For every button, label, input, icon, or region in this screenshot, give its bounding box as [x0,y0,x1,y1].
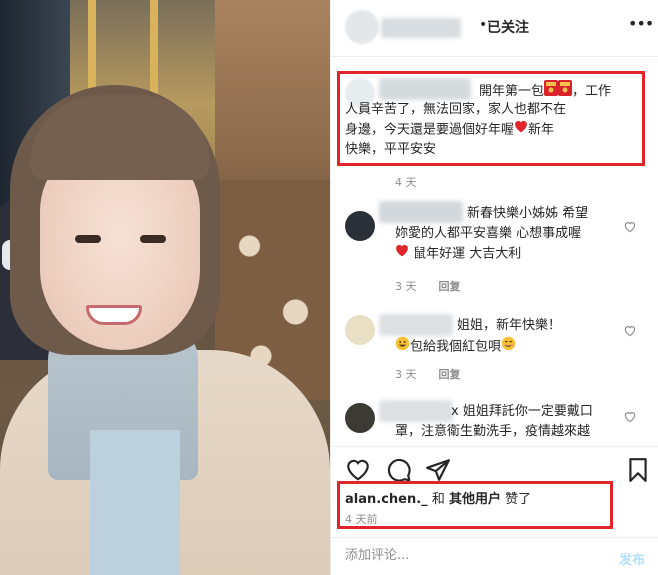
comment-text-line: x 姐姐拜託你一定要戴口 [451,404,593,419]
subject-smile [86,305,142,325]
comment-avatar[interactable] [345,211,375,241]
subject-eye [75,235,101,243]
highlight-box [337,481,613,529]
comment-time[interactable]: 3 天 [395,280,417,293]
reply-button[interactable]: 回复 [439,280,461,293]
comment-input[interactable] [345,548,595,563]
like-heart-icon[interactable] [345,457,371,483]
comment-bubble-icon[interactable] [386,457,412,483]
comment-meta: 3 天 回复 [395,278,461,294]
add-comment-bar: 发布 [331,537,658,575]
comment-avatar[interactable] [345,403,375,433]
comment-list[interactable]: 開年第一包 ，工作 人員辛苦了，無法回家，家人也都不在 身邊，今天還是要過個好年喔… [331,58,658,446]
reply-button[interactable]: 回复 [439,368,461,381]
save-bookmark-icon[interactable] [625,457,651,483]
more-horizontal-icon[interactable]: ••• [628,14,654,33]
like-comment-heart-icon[interactable] [623,324,637,338]
grinning-face-icon [395,336,410,358]
comment-meta: 3 天 回复 [395,366,461,382]
red-heart-icon [395,244,409,264]
comment-meta: 4 天 [395,174,417,190]
following-button[interactable]: 已关注 [487,17,529,37]
share-paper-plane-icon[interactable] [425,457,451,483]
post-photo[interactable] [0,0,330,575]
comment-username-blurred[interactable] [379,201,463,223]
author-avatar[interactable] [345,10,379,44]
post-comment-button[interactable]: 发布 [619,549,645,568]
post-header: • 已关注 ••• [331,0,658,57]
subject-shirt [90,430,180,575]
highlight-box [337,71,645,166]
comment-time[interactable]: 3 天 [395,368,417,381]
post-side-panel: • 已关注 ••• 開年第一包 ，工作 人員辛苦了，無法回家，家人也都不在 身邊，… [330,0,658,575]
comment-text-line: 妳愛的人都平安喜樂 心想事成喔 [395,226,582,241]
comment-text-line: 新春快樂小姊姊 希望 [467,206,589,221]
comment-username-blurred[interactable] [379,400,453,422]
comment-text-line: 罩，注意衛生勤洗手，疫情越來越 [395,424,591,439]
smiling-face-icon [501,336,516,358]
like-comment-heart-icon[interactable] [623,220,637,234]
comment-username-blurred[interactable] [379,314,453,336]
comment-text-line: 姐姐，新年快樂！ [457,318,562,333]
comment-text-line: 鼠年好運 大吉大利 [395,244,635,265]
subject-eye [140,235,166,243]
comment-avatar[interactable] [345,315,375,345]
comment-time[interactable]: 4 天 [395,176,417,189]
comment-text-line: 包給我個紅包唄 [395,336,635,358]
author-username-blurred[interactable] [381,18,461,38]
post-action-bar [331,446,658,486]
like-comment-heart-icon[interactable] [623,410,637,424]
